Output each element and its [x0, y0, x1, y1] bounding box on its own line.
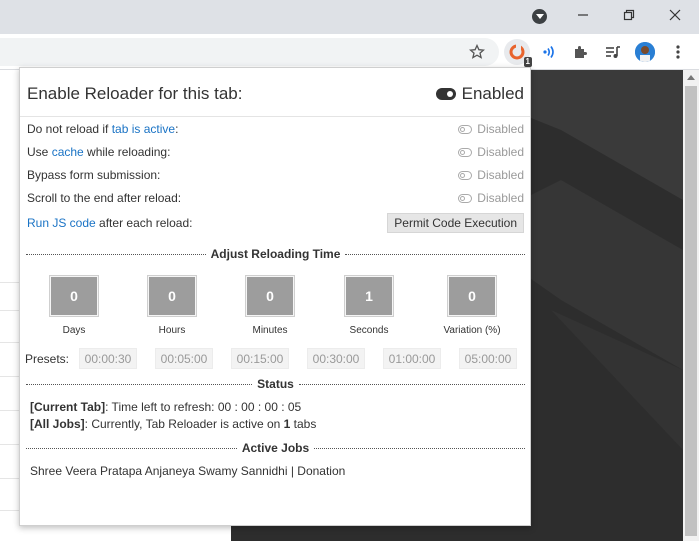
avatar[interactable] [633, 40, 657, 64]
preset-button[interactable]: 00:30:00 [307, 348, 365, 369]
browser-toolbar: 1 [0, 34, 699, 70]
page-scrollbar[interactable] [683, 70, 699, 541]
close-icon[interactable] [652, 0, 698, 30]
popup-title: Enable Reloader for this tab: [27, 84, 243, 103]
preset-button[interactable]: 00:15:00 [231, 348, 289, 369]
browser-titlebar [0, 0, 699, 34]
option-label: Use cache while reloading: [27, 145, 171, 159]
cache-link[interactable]: cache [52, 145, 84, 159]
status-section-header: Status [26, 377, 525, 391]
counter-hours: 0 Hours [142, 275, 202, 336]
adjust-time-section-header: Adjust Reloading Time [26, 247, 526, 261]
counter-caption: Seconds [349, 325, 389, 336]
preset-button[interactable]: 00:00:30 [79, 348, 137, 369]
restore-icon[interactable] [606, 0, 652, 30]
option-label: Run JS code after each reload: [27, 216, 193, 230]
option-label: Bypass form submission: [27, 168, 161, 182]
scrollbar-thumb[interactable] [685, 86, 697, 536]
preset-button[interactable]: 00:05:00 [155, 348, 213, 369]
counter-days: 0 Days [44, 275, 104, 336]
current-tab-status: [Current Tab]: Time left to refresh: 00 … [30, 400, 302, 414]
toggle-off-icon[interactable] [458, 124, 473, 134]
tab-reloader-icon[interactable]: 1 [504, 39, 532, 67]
option-row-run-js: Run JS code after each reload: Permit Co… [27, 212, 524, 234]
scroll-end-toggle[interactable]: Disabled [458, 191, 524, 205]
option-label: Do not reload if tab is active: [27, 122, 179, 136]
toggle-on-icon[interactable] [435, 88, 456, 100]
tab-is-active-link[interactable]: tab is active [112, 122, 175, 136]
section-title: Adjust Reloading Time [210, 247, 341, 261]
presets-label: Presets: [25, 352, 70, 366]
toggle-off-icon[interactable] [458, 147, 473, 157]
counter-seconds: 1 Seconds [339, 275, 399, 336]
permit-code-execution-button[interactable]: Permit Code Execution [387, 213, 524, 233]
option-row-tab-active: Do not reload if tab is active: Disabled [27, 120, 524, 138]
extensions-icon[interactable] [568, 40, 592, 64]
bypass-form-toggle[interactable]: Disabled [458, 168, 524, 182]
option-row-bypass-form: Bypass form submission: Disabled [27, 166, 524, 184]
option-label: Scroll to the end after reload: [27, 191, 182, 205]
counter-minutes: 0 Minutes [240, 275, 300, 336]
active-jobs-section-header: Active Jobs [26, 441, 526, 455]
kebab-menu-icon[interactable] [666, 40, 690, 64]
preset-button[interactable]: 05:00:00 [459, 348, 517, 369]
enable-toggle[interactable]: Enabled [435, 84, 524, 104]
signal-icon[interactable] [537, 40, 561, 64]
address-bar[interactable] [0, 38, 499, 66]
option-row-cache: Use cache while reloading: Disabled [27, 143, 524, 161]
section-title: Status [257, 377, 294, 391]
all-jobs-status: [All Jobs]: Currently, Tab Reloader is a… [30, 417, 317, 431]
preset-button[interactable]: 01:00:00 [383, 348, 441, 369]
seconds-input[interactable]: 1 [346, 277, 392, 315]
star-icon[interactable] [465, 40, 489, 64]
minimize-icon[interactable] [560, 0, 606, 30]
minutes-input[interactable]: 0 [247, 277, 293, 315]
counter-caption: Days [62, 325, 86, 336]
toggle-off-icon[interactable] [458, 170, 473, 180]
popup-header: Enable Reloader for this tab: Enabled [20, 68, 530, 117]
run-js-code-link[interactable]: Run JS code [27, 216, 96, 230]
extension-badge: 1 [523, 57, 532, 67]
days-input[interactable]: 0 [51, 277, 97, 315]
tab-reloader-popup: Enable Reloader for this tab: Enabled Do… [19, 67, 531, 526]
variation-input[interactable]: 0 [449, 277, 495, 315]
counter-variation: 0 Variation (%) [437, 275, 507, 336]
counter-caption: Hours [158, 325, 186, 336]
toggle-off-icon[interactable] [458, 193, 473, 203]
page-content-left [0, 70, 20, 541]
enable-status-label: Enabled [461, 84, 524, 103]
section-title: Active Jobs [241, 441, 310, 455]
tab-active-toggle[interactable]: Disabled [458, 122, 524, 136]
active-job-item[interactable]: Shree Veera Pratapa Anjaneya Swamy Sanni… [30, 464, 345, 478]
presets-row: Presets: 00:00:30 00:05:00 00:15:00 00:3… [25, 348, 525, 370]
counter-caption: Variation (%) [443, 325, 501, 336]
counter-caption: Minutes [252, 325, 288, 336]
chevron-down-icon[interactable] [532, 9, 547, 24]
hours-input[interactable]: 0 [149, 277, 195, 315]
option-row-scroll-end: Scroll to the end after reload: Disabled [27, 189, 524, 207]
media-queue-icon[interactable] [601, 40, 625, 64]
cache-toggle[interactable]: Disabled [458, 145, 524, 159]
